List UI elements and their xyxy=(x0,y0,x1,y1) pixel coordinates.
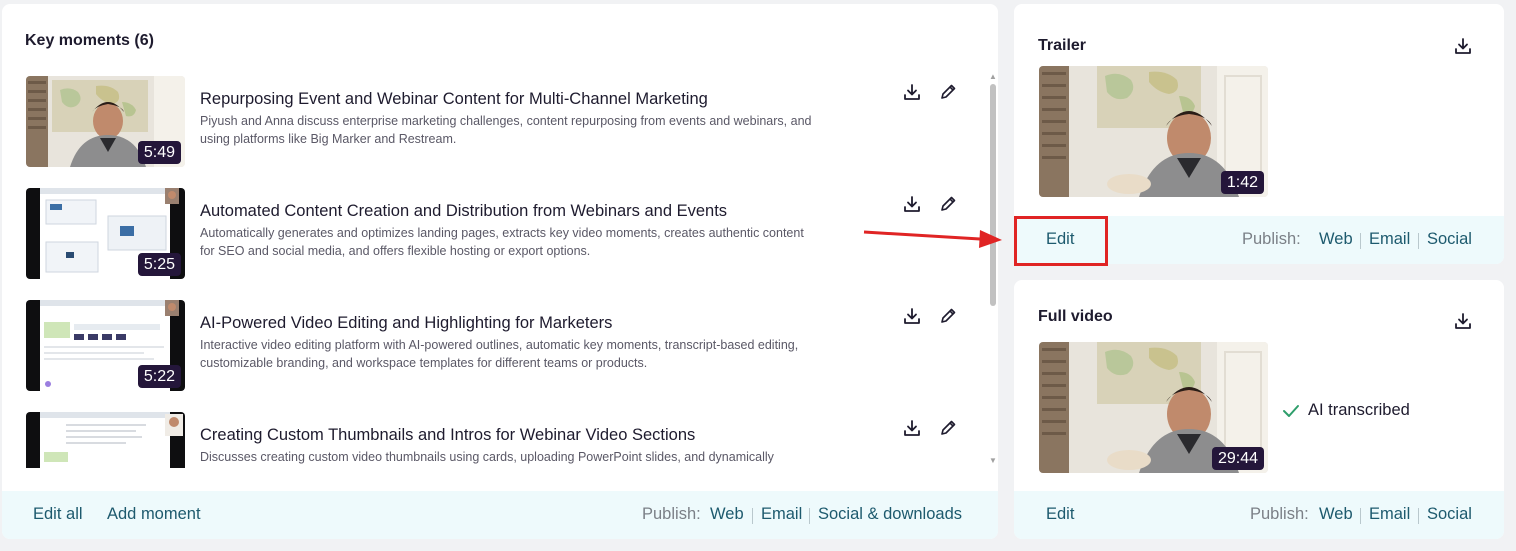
moment-thumbnail[interactable]: 5:22 xyxy=(26,300,185,391)
divider xyxy=(809,508,810,524)
publish-email-link[interactable]: Email xyxy=(1369,230,1410,249)
pencil-icon[interactable] xyxy=(936,416,960,440)
moment-title[interactable]: AI-Powered Video Editing and Highlightin… xyxy=(200,314,612,333)
publish-web-link[interactable]: Web xyxy=(1319,230,1353,249)
download-icon[interactable] xyxy=(900,304,924,328)
divider xyxy=(752,508,753,524)
scrollbar-thumb[interactable] xyxy=(990,84,996,306)
ai-transcribed-label: AI transcribed xyxy=(1308,401,1410,419)
publish-web-link[interactable]: Web xyxy=(1319,505,1353,524)
check-icon xyxy=(1283,404,1299,417)
download-icon[interactable] xyxy=(900,80,924,104)
publish-label: Publish: xyxy=(642,505,701,523)
publish-email-link[interactable]: Email xyxy=(1369,505,1410,524)
publish-social-link[interactable]: Social xyxy=(1427,230,1472,249)
duration-badge: 5:25 xyxy=(137,253,181,276)
full-video-title: Full video xyxy=(1038,308,1113,325)
list-item[interactable]: 5:49 Repurposing Event and Webinar Conte… xyxy=(2,76,982,168)
add-moment-button[interactable]: Add moment xyxy=(107,505,201,524)
moment-description: Piyush and Anna discuss enterprise marke… xyxy=(200,114,812,146)
pencil-icon[interactable] xyxy=(936,80,960,104)
full-video-footer: Edit Publish: Web Email Social xyxy=(1014,491,1504,539)
publish-social-link[interactable]: Social xyxy=(1427,505,1472,524)
divider xyxy=(1418,508,1419,524)
divider xyxy=(1418,233,1419,249)
publish-web-link[interactable]: Web xyxy=(710,505,744,524)
key-moments-title: Key moments (6) xyxy=(25,32,154,49)
full-video-thumbnail[interactable]: 29:44 xyxy=(1039,342,1268,473)
key-moments-card: Key moments (6) 5:49 Repurposing Event a… xyxy=(2,4,998,539)
download-icon[interactable] xyxy=(900,416,924,440)
publish-label: Publish: xyxy=(1250,505,1309,523)
publish-social-downloads-link[interactable]: Social & downloads xyxy=(818,505,962,524)
trailer-title: Trailer xyxy=(1038,37,1087,54)
moment-title[interactable]: Creating Custom Thumbnails and Intros fo… xyxy=(200,426,695,445)
list-item[interactable]: Creating Custom Thumbnails and Intros fo… xyxy=(2,412,982,468)
duration-badge: 5:22 xyxy=(137,365,181,388)
download-icon[interactable] xyxy=(900,192,924,216)
scroll-up-icon[interactable]: ▲ xyxy=(989,72,997,81)
scroll-down-icon[interactable]: ▼ xyxy=(989,456,997,465)
duration-badge: 1:42 xyxy=(1220,171,1264,194)
moment-title[interactable]: Automated Content Creation and Distribut… xyxy=(200,202,727,221)
moment-thumbnail[interactable]: 5:49 xyxy=(26,76,185,167)
arrow-annotation-icon xyxy=(863,230,1002,248)
full-video-card: Full video 29:44 AI transcribed Edit Pub… xyxy=(1014,280,1504,539)
list-item[interactable]: 5:22 AI-Powered Video Editing and Highli… xyxy=(2,300,982,392)
scrollbar[interactable]: ▲ ▼ xyxy=(988,72,998,468)
divider xyxy=(1360,508,1361,524)
moment-description: Discusses creating custom video thumbnai… xyxy=(200,450,774,464)
publish-email-link[interactable]: Email xyxy=(761,505,802,524)
moment-thumbnail[interactable] xyxy=(26,412,185,468)
pencil-icon[interactable] xyxy=(936,304,960,328)
moment-title[interactable]: Repurposing Event and Webinar Content fo… xyxy=(200,90,708,109)
download-icon[interactable] xyxy=(1451,34,1475,58)
list-item[interactable]: 5:25 Automated Content Creation and Dist… xyxy=(2,188,982,280)
publish-label: Publish: xyxy=(1242,230,1301,248)
edit-all-button[interactable]: Edit all xyxy=(33,505,83,524)
duration-badge: 5:49 xyxy=(137,141,181,164)
trailer-thumbnail[interactable]: 1:42 xyxy=(1039,66,1268,197)
moment-description: Interactive video editing platform with … xyxy=(200,338,799,370)
key-moments-footer: Edit all Add moment Publish: Web Email S… xyxy=(2,491,998,539)
moment-thumbnail[interactable]: 5:25 xyxy=(26,188,185,279)
download-icon[interactable] xyxy=(1451,309,1475,333)
edit-button[interactable]: Edit xyxy=(1046,505,1074,524)
duration-badge: 29:44 xyxy=(1211,447,1264,470)
moment-description: Automatically generates and optimizes la… xyxy=(200,226,804,258)
key-moments-list[interactable]: 5:49 Repurposing Event and Webinar Conte… xyxy=(2,68,998,468)
highlight-box xyxy=(1014,216,1108,266)
pencil-icon[interactable] xyxy=(936,192,960,216)
ai-transcribed-status: AI transcribed xyxy=(1282,401,1410,420)
divider xyxy=(1360,233,1361,249)
